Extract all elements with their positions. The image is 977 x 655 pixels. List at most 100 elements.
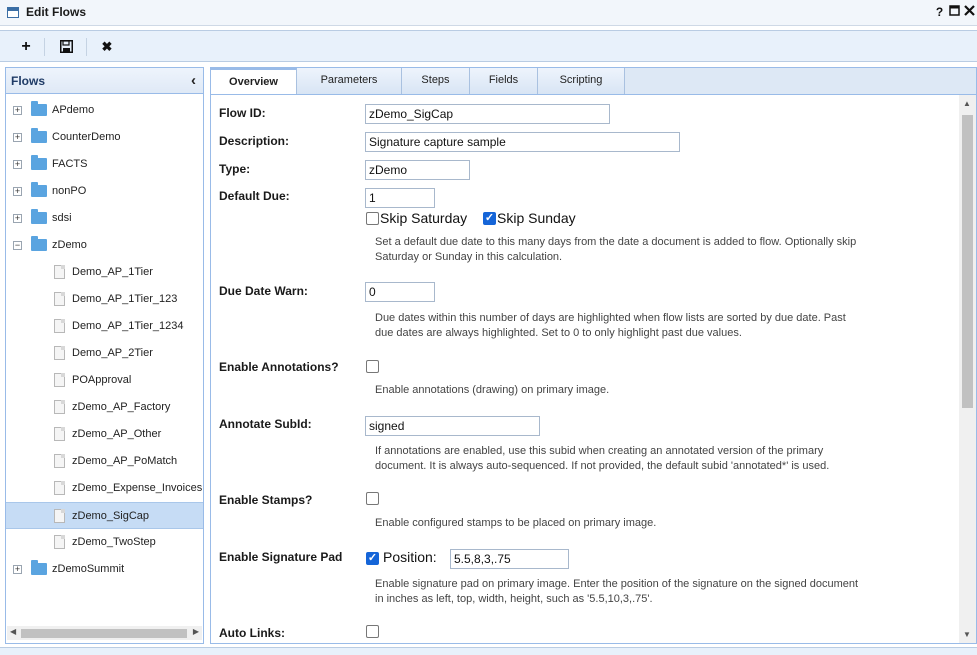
tree-node-label: sdsi <box>52 212 72 224</box>
expand-node-icon[interactable]: + <box>13 565 22 574</box>
document-icon <box>54 481 65 495</box>
tree-flow-node[interactable]: zDemo_AP_Factory <box>6 394 203 421</box>
save-icon <box>59 40 73 53</box>
enable-stamps-checkbox[interactable] <box>366 492 379 505</box>
document-icon <box>54 400 65 414</box>
tree-folder-node[interactable]: + FACTS <box>6 151 203 178</box>
tree-flow-node[interactable]: Demo_AP_1Tier <box>6 259 203 286</box>
tree-flow-node[interactable]: zDemo_AP_Other <box>6 421 203 448</box>
due-date-warn-label: Due Date Warn: <box>219 284 308 298</box>
enable-annotations-checkbox[interactable] <box>366 360 379 373</box>
tree-folder-node[interactable]: − zDemo <box>6 232 203 259</box>
tree-flow-node[interactable]: Demo_AP_1Tier_123 <box>6 286 203 313</box>
expand-node-icon[interactable]: + <box>13 133 22 142</box>
collapse-panel-button[interactable]: ‹ <box>191 72 196 89</box>
folder-icon <box>31 182 47 197</box>
scrollbar-thumb[interactable] <box>21 629 187 638</box>
skip-saturday-label: Skip Saturday <box>380 210 468 226</box>
collapse-node-icon[interactable]: − <box>13 241 22 250</box>
scroll-up-icon[interactable]: ▲ <box>963 99 971 108</box>
document-icon <box>54 535 65 549</box>
tree-node-label: zDemo_AP_PoMatch <box>72 455 178 467</box>
tree-flow-node[interactable]: zDemo_Expense_Invoices <box>6 475 203 502</box>
folder-icon <box>31 128 47 143</box>
flow-id-input[interactable] <box>365 104 610 124</box>
tree-node-label: zDemo_Expense_Invoices <box>72 482 203 494</box>
document-icon <box>54 373 65 387</box>
type-label: Type: <box>219 162 251 176</box>
tab-steps[interactable]: Steps <box>402 68 470 95</box>
add-button[interactable]: + <box>15 36 37 58</box>
tree-folder-node[interactable]: + nonPO <box>6 178 203 205</box>
toolbar-separator <box>44 38 45 56</box>
tree-node-label: nonPO <box>52 185 87 197</box>
enable-stamps-help: Enable configured stamps to be placed on… <box>375 517 657 529</box>
help-button[interactable]: ? <box>933 5 946 19</box>
toolbar-separator <box>86 38 87 56</box>
tree-node-label: zDemoSummit <box>52 563 125 575</box>
document-icon <box>54 346 65 360</box>
scroll-left-icon[interactable]: ◀ <box>10 627 16 636</box>
enable-annotations-label: Enable Annotations? <box>219 360 339 374</box>
folder-icon <box>31 560 47 575</box>
tree-node-label: zDemo_AP_Other <box>72 428 162 440</box>
enable-signature-pad-checkbox[interactable]: ✓ <box>366 552 379 565</box>
status-bar <box>0 647 977 655</box>
tree-folder-node[interactable]: + APdemo <box>6 97 203 124</box>
scroll-down-icon[interactable]: ▼ <box>963 630 971 639</box>
expand-node-icon[interactable]: + <box>13 160 22 169</box>
save-button[interactable] <box>55 36 77 58</box>
tree-node-label: Demo_AP_1Tier <box>72 266 153 278</box>
tree-flow-node[interactable]: zDemo_TwoStep <box>6 529 203 556</box>
expand-node-icon[interactable]: + <box>13 214 22 223</box>
tree-node-label: FACTS <box>52 158 88 170</box>
tree-flow-node[interactable]: Demo_AP_2Tier <box>6 340 203 367</box>
tree-folder-node[interactable]: + sdsi <box>6 205 203 232</box>
tree-flow-node[interactable]: zDemo_AP_PoMatch <box>6 448 203 475</box>
tab-fields[interactable]: Fields <box>470 68 538 95</box>
annotate-subid-input[interactable] <box>365 416 540 436</box>
vertical-scrollbar[interactable]: ▲ ▼ <box>959 95 976 643</box>
flows-tree: + APdemo + CounterDemo + FACTS + nonPO + sdsi − zDe… <box>6 97 203 583</box>
tab-parameters[interactable]: Parameters <box>297 68 402 95</box>
maximize-icon[interactable] <box>948 5 961 19</box>
tab-bar: Overview Parameters Steps Fields Scripti… <box>210 67 977 96</box>
tree-flow-node[interactable]: Demo_AP_1Tier_1234 <box>6 313 203 340</box>
type-input[interactable] <box>365 160 470 180</box>
skip-sunday-checkbox[interactable]: ✓ <box>483 212 496 225</box>
document-icon <box>54 509 65 523</box>
description-input[interactable] <box>365 132 680 152</box>
horizontal-scrollbar[interactable]: ◀ ▶ <box>7 626 202 640</box>
expand-node-icon[interactable]: + <box>13 187 22 196</box>
position-input[interactable] <box>450 549 569 569</box>
tree-node-label: CounterDemo <box>52 131 121 143</box>
skip-saturday-checkbox[interactable] <box>366 212 379 225</box>
document-icon <box>54 265 65 279</box>
scrollbar-thumb[interactable] <box>962 115 973 408</box>
delete-button[interactable]: ✖ <box>96 36 118 58</box>
enable-signature-pad-label: Enable Signature Pad <box>219 550 343 564</box>
window-title: Edit Flows <box>26 5 86 19</box>
title-bar: Edit Flows ? <box>0 0 977 26</box>
due-date-warn-input[interactable] <box>365 282 435 302</box>
default-due-input[interactable] <box>365 188 435 208</box>
tree-folder-node[interactable]: + zDemoSummit <box>6 556 203 583</box>
auto-links-checkbox[interactable] <box>366 625 379 638</box>
description-label: Description: <box>219 134 290 148</box>
expand-node-icon[interactable]: + <box>13 106 22 115</box>
tree-node-label: zDemo <box>52 239 87 251</box>
scroll-right-icon[interactable]: ▶ <box>193 627 199 636</box>
tree-node-label: Demo_AP_1Tier_123 <box>72 293 178 305</box>
toolbar: + ✖ <box>0 30 977 62</box>
tab-overview[interactable]: Overview <box>211 68 297 96</box>
tree-flow-node[interactable]: zDemo_SigCap <box>6 502 203 529</box>
tree-flow-node[interactable]: POApproval <box>6 367 203 394</box>
close-icon[interactable] <box>963 5 976 19</box>
tree-node-label: Demo_AP_1Tier_1234 <box>72 320 184 332</box>
tab-scripting[interactable]: Scripting <box>538 68 625 95</box>
tree-folder-node[interactable]: + CounterDemo <box>6 124 203 151</box>
enable-annotations-help: Enable annotations (drawing) on primary … <box>375 384 610 396</box>
flows-panel-title: Flows <box>11 74 46 88</box>
folder-icon <box>31 236 47 251</box>
flows-panel: Flows ‹ + APdemo + CounterDemo + FACTS + nonPO +… <box>5 67 204 644</box>
